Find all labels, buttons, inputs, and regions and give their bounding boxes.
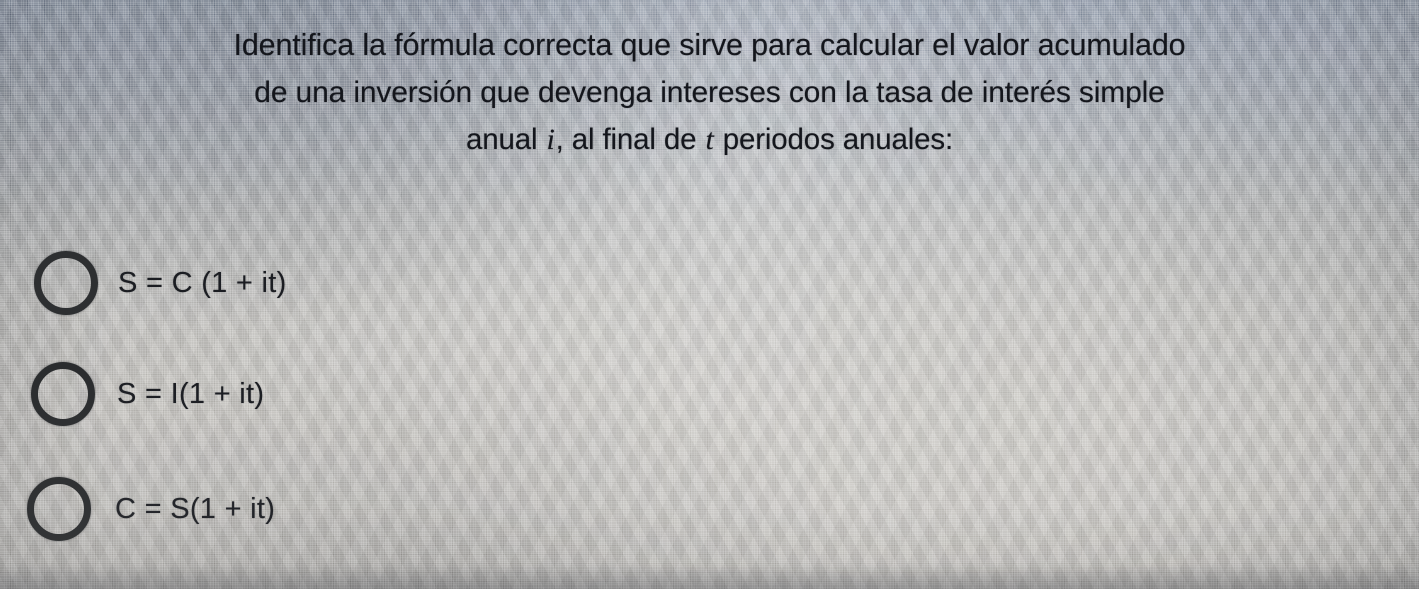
variable-t: t (705, 122, 714, 156)
question-line-3-part-c: periodos anuales: (714, 123, 954, 156)
answer-option-a-label: S = C (1 + it) (118, 266, 287, 299)
answer-option-b-label: S = I(1 + it) (117, 377, 265, 410)
variable-i: i (546, 122, 555, 156)
answer-option-c[interactable]: C = S(1 + it) (26, 476, 276, 542)
quiz-screen: Identifica la fórmula correcta que sirve… (0, 0, 1419, 589)
quiz-content: Identifica la fórmula correcta que sirve… (0, 0, 1419, 589)
answer-option-b[interactable]: S = I(1 + it) (31, 362, 264, 426)
radio-unchecked-icon[interactable] (31, 362, 95, 426)
question-line-3-part-b: , al final de (555, 123, 705, 156)
radio-unchecked-icon[interactable] (33, 250, 99, 316)
answer-option-c-label: C = S(1 + it) (115, 492, 276, 525)
question-prompt: Identifica la fórmula correcta que sirve… (0, 22, 1419, 163)
radio-unchecked-icon[interactable] (26, 476, 92, 542)
question-line-3: anual i, al final de t periodos anuales: (0, 116, 1419, 163)
answer-option-a[interactable]: S = C (1 + it) (33, 250, 287, 316)
question-line-1: Identifica la fórmula correcta que sirve… (233, 28, 1186, 62)
question-line-3-part-a: anual (465, 123, 546, 156)
question-line-2: de una inversión que devenga intereses c… (0, 69, 1419, 116)
question-line-2-text: de una inversión que devenga intereses c… (254, 76, 1165, 109)
